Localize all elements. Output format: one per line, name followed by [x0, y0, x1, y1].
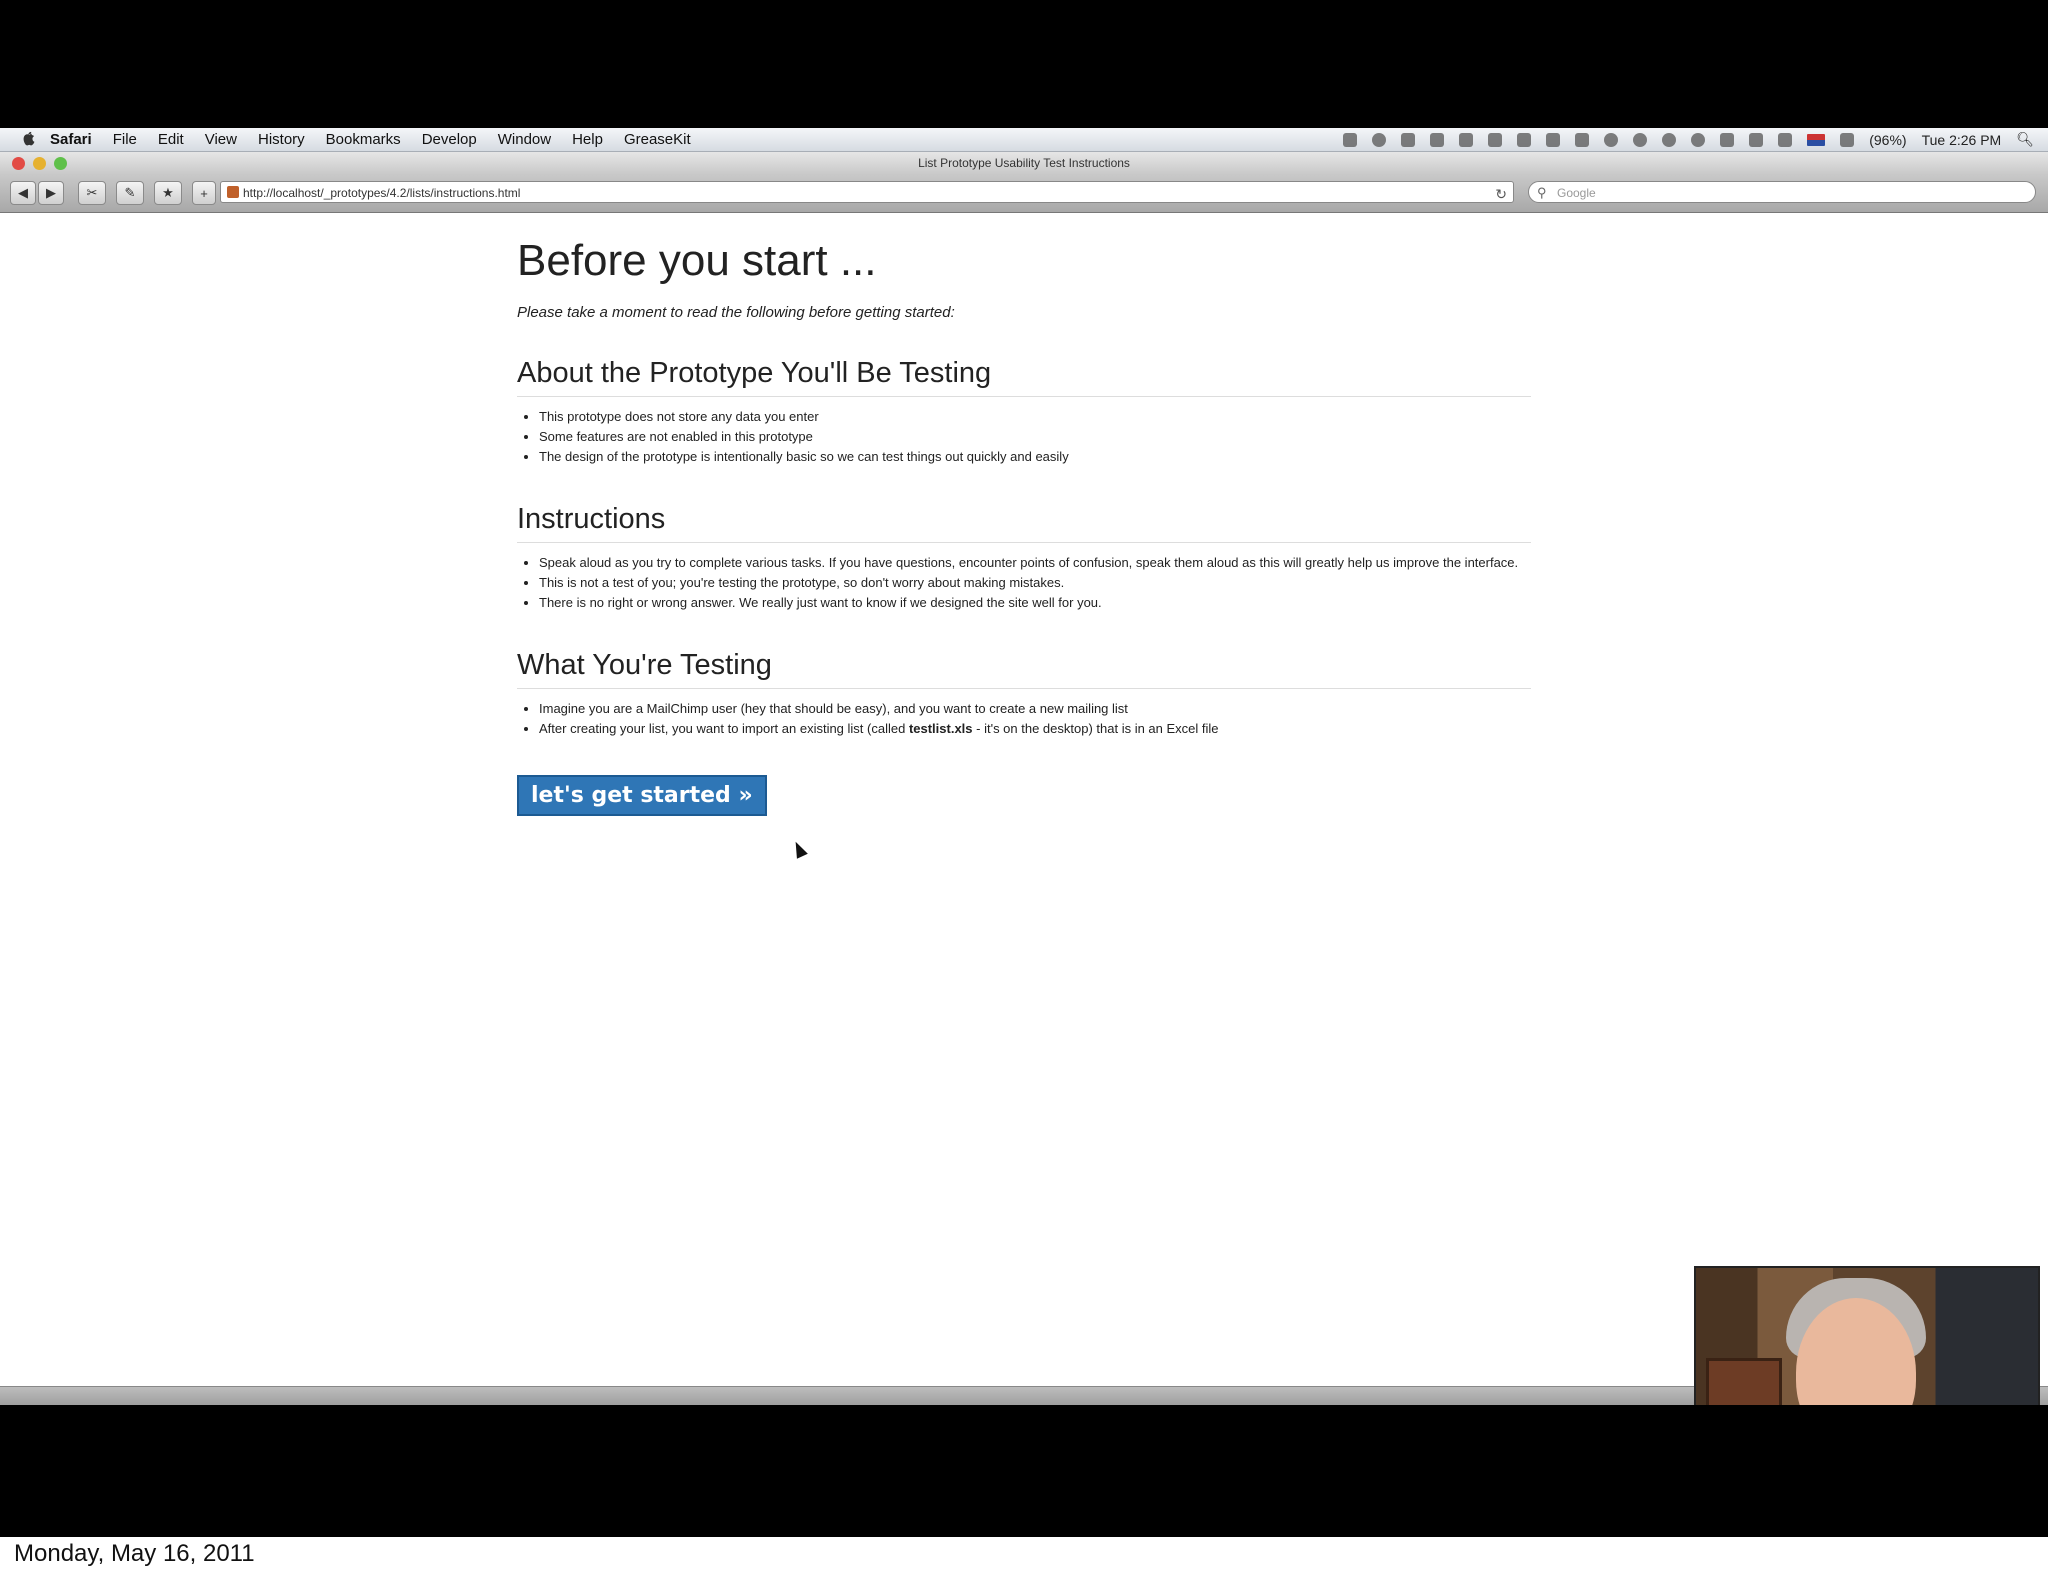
list-item: After creating your list, you want to im… — [539, 719, 1531, 739]
webcam-background-object — [1706, 1358, 1782, 1405]
search-placeholder: Google — [1557, 186, 1596, 200]
input-source-flag-icon[interactable] — [1807, 133, 1826, 146]
slide-letterbox-bottom — [0, 1405, 2048, 1537]
section-title-about: About the Prototype You'll Be Testing — [517, 357, 1531, 397]
menubar-clock[interactable]: Tue 2:26 PM — [1922, 132, 2002, 148]
rewind-icon[interactable] — [1430, 132, 1445, 147]
clipboard-icon[interactable] — [1575, 132, 1590, 147]
url-field[interactable]: http://localhost/_prototypes/4.2/lists/i… — [220, 181, 1514, 203]
forward-button[interactable]: ▶ — [38, 181, 64, 205]
back-button[interactable]: ◀ — [10, 181, 36, 205]
window-title: List Prototype Usability Test Instructio… — [918, 156, 1130, 170]
menu-greasekit[interactable]: GreaseKit — [624, 131, 691, 148]
page-title: Before you start ... — [517, 236, 877, 285]
list-item-text: - it's on the desktop) that is in an Exc… — [972, 721, 1219, 736]
menu-help[interactable]: Help — [572, 131, 603, 148]
slide-letterbox-top — [0, 0, 2048, 128]
play-icon[interactable] — [1459, 132, 1474, 147]
screen-capture: Safari File Edit View History Bookmarks … — [0, 128, 2048, 1405]
spotlight-search-icon[interactable]: 🔍︎ — [2016, 131, 2034, 148]
add-bookmark-button[interactable]: + — [192, 181, 216, 205]
list-item: Speak aloud as you try to complete vario… — [539, 553, 1531, 573]
menu-safari[interactable]: Safari — [50, 131, 92, 148]
pin-button[interactable]: ✎ — [116, 181, 144, 205]
menu-bookmarks[interactable]: Bookmarks — [326, 131, 401, 148]
list-item: The design of the prototype is intention… — [539, 447, 1531, 467]
get-started-button[interactable]: let's get started » — [517, 775, 767, 816]
menu-edit[interactable]: Edit — [158, 131, 184, 148]
reload-icon[interactable]: ↻ — [1495, 183, 1507, 205]
about-list: This prototype does not store any data y… — [517, 407, 1531, 467]
search-field[interactable]: ⚲ Google — [1528, 181, 2036, 203]
instructions-list: Speak aloud as you try to complete vario… — [517, 553, 1531, 613]
testing-list: Imagine you are a MailChimp user (hey th… — [517, 699, 1531, 739]
evernote-clip-button[interactable]: ★ — [154, 181, 182, 205]
search-icon: ⚲ — [1537, 185, 1547, 200]
list-item: This is not a test of you; you're testin… — [539, 573, 1531, 593]
zoom-window-button[interactable] — [54, 157, 67, 170]
section-title-testing: What You're Testing — [517, 649, 1531, 689]
time-machine-icon[interactable] — [1662, 132, 1677, 147]
bluetooth-icon[interactable] — [1778, 132, 1793, 147]
window-titlebar: List Prototype Usability Test Instructio… — [0, 152, 2048, 174]
menu-window[interactable]: Window — [498, 131, 551, 148]
slide-date: Monday, May 16, 2011 — [14, 1540, 255, 1567]
list-item: Some features are not enabled in this pr… — [539, 427, 1531, 447]
music-note-icon[interactable] — [1517, 132, 1532, 147]
menu-view[interactable]: View — [205, 131, 237, 148]
download-icon[interactable] — [1343, 132, 1358, 147]
display-icon[interactable] — [1749, 132, 1764, 147]
site-favicon-icon — [227, 186, 239, 198]
menubar: Safari File Edit View History Bookmarks … — [0, 128, 2048, 152]
battery-icon[interactable] — [1840, 132, 1855, 147]
page-content: Before you start ... Please take a momen… — [517, 236, 1531, 816]
menu-history[interactable]: History — [258, 131, 305, 148]
app-status-icon[interactable] — [1372, 132, 1387, 147]
list-item: There is no right or wrong answer. We re… — [539, 593, 1531, 613]
volume-icon[interactable] — [1720, 132, 1735, 147]
battery-percent: (96%) — [1869, 131, 1907, 148]
menubar-status-area: (96%) Tue 2:26 PM 🔍︎ — [1343, 128, 2034, 151]
webcam-overlay — [1694, 1266, 2040, 1405]
list-item-text: After creating your list, you want to im… — [539, 721, 909, 736]
menu-file[interactable]: File — [113, 131, 137, 148]
url-text: http://localhost/_prototypes/4.2/lists/i… — [243, 186, 521, 200]
sync-icon[interactable] — [1633, 132, 1648, 147]
section-title-instructions: Instructions — [517, 503, 1531, 543]
chat-bubble-icon[interactable] — [1604, 132, 1619, 147]
filename-text: testlist.xls — [908, 721, 973, 736]
list-item: Imagine you are a MailChimp user (hey th… — [539, 699, 1531, 719]
snippet-button[interactable]: ✂ — [78, 181, 106, 205]
browser-toolbar: ◀ ▶ ✂ ✎ ★ + http://localhost/_prototypes… — [0, 174, 2048, 213]
wifi-icon[interactable] — [1691, 132, 1706, 147]
apple-icon[interactable] — [20, 131, 38, 149]
fast-forward-icon[interactable] — [1488, 132, 1503, 147]
menu-develop[interactable]: Develop — [422, 131, 477, 148]
list-item: This prototype does not store any data y… — [539, 407, 1531, 427]
minimize-window-button[interactable] — [33, 157, 46, 170]
close-window-button[interactable] — [12, 157, 25, 170]
mouse-cursor-icon — [790, 839, 808, 859]
evernote-icon[interactable] — [1546, 132, 1561, 147]
intro-text: Please take a moment to read the followi… — [517, 304, 955, 321]
calendar-icon[interactable] — [1401, 132, 1416, 147]
